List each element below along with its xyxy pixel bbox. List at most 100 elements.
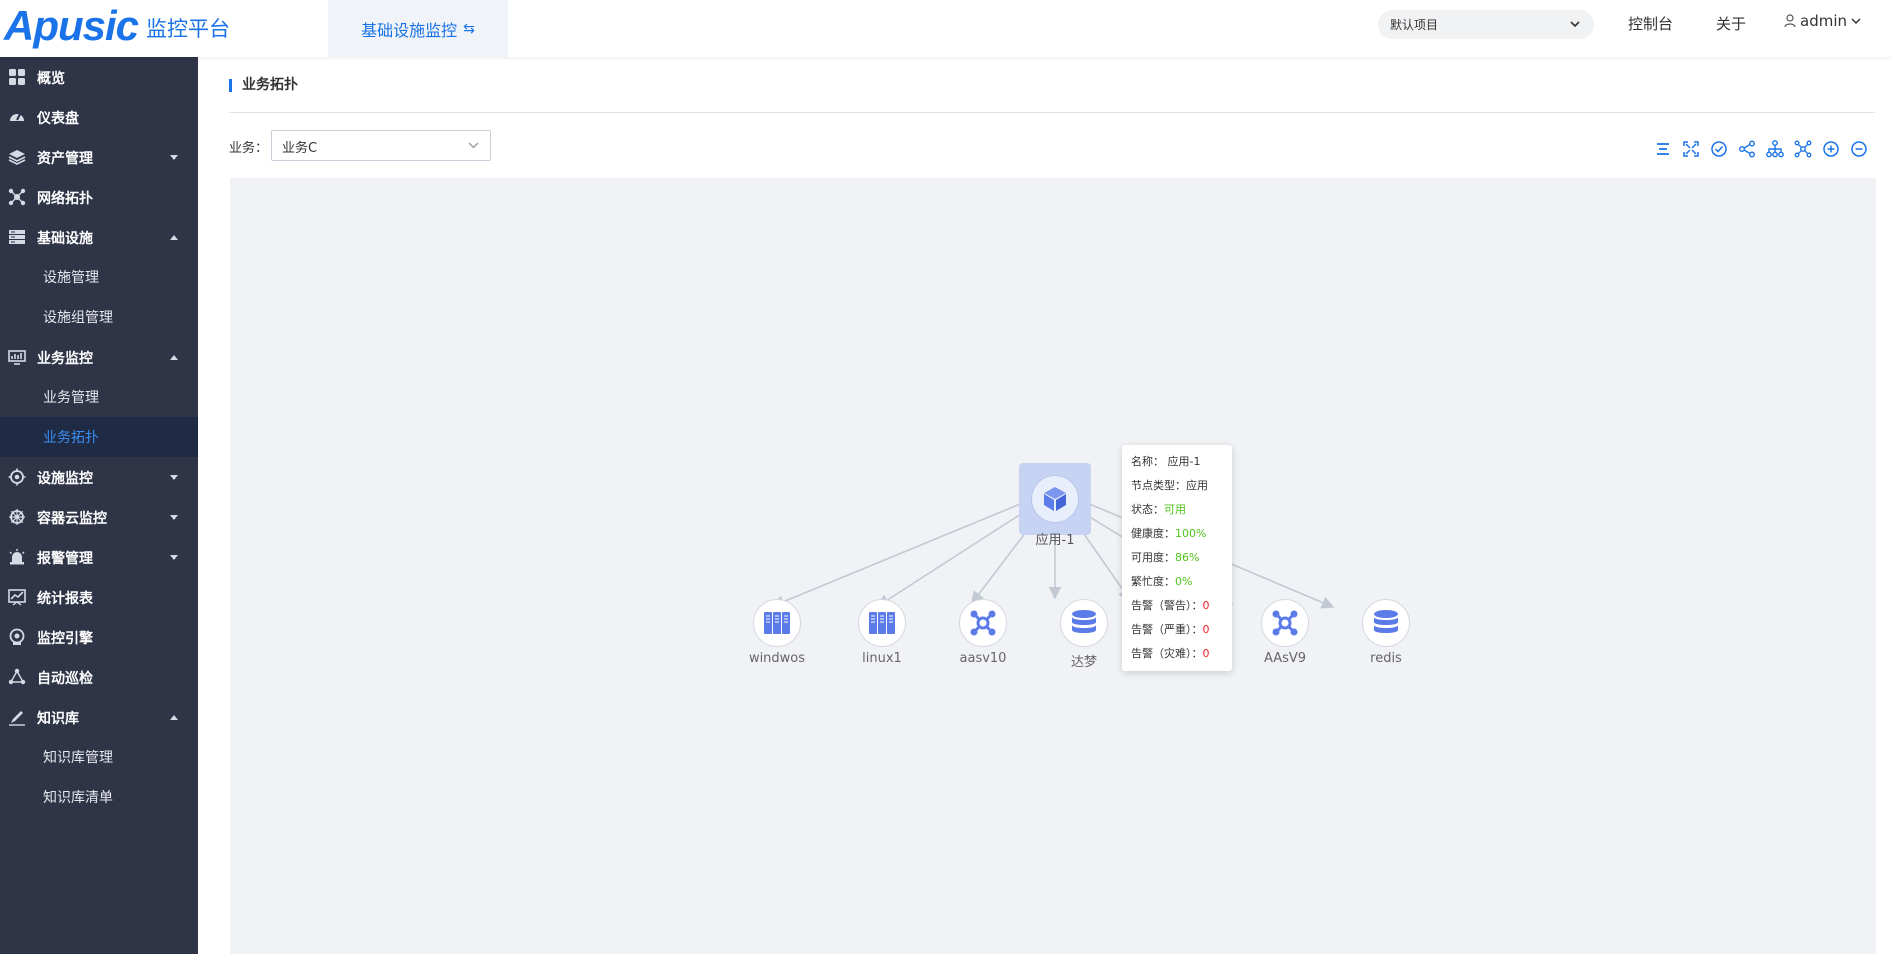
sidebar-item-network-topology[interactable]: 网络拓扑 — [0, 177, 198, 217]
node-label: redis — [1370, 651, 1402, 666]
fullscreen-icon[interactable] — [1682, 140, 1700, 158]
sidebar-item-statistics[interactable]: 统计报表 — [0, 577, 198, 617]
node-app-1[interactable]: 应用-1 — [1019, 463, 1091, 548]
main-content: 业务拓扑 业务： 业务C windwos linux1 aasv10 达梦 AA… — [198, 57, 1892, 954]
network-icon — [8, 188, 26, 206]
tab-label: 基础设施监控 — [361, 20, 458, 40]
zoom-out-icon[interactable] — [1850, 140, 1868, 158]
tooltip-label: 告警（警告）： — [1131, 599, 1203, 612]
project-select[interactable]: 默认项目 — [1378, 10, 1594, 39]
sidebar: 概览 仪表盘 资产管理 网络拓扑 基础设施 设施管理 设施组管理 业务监控 业务… — [0, 57, 198, 954]
sidebar-item-container-cloud[interactable]: 容器云监控 — [0, 497, 198, 537]
check-circle-icon[interactable] — [1710, 140, 1728, 158]
sidebar-item-label: 知识库 — [37, 711, 79, 727]
sidebar-item-facility-monitor[interactable]: 设施监控 — [0, 457, 198, 497]
sidebar-item-label: 概览 — [37, 71, 65, 87]
caret-up-icon — [170, 235, 178, 240]
share-icon[interactable] — [1738, 140, 1756, 158]
hierarchy-icon[interactable] — [1766, 140, 1784, 158]
sidebar-item-label: 设施监控 — [37, 471, 93, 487]
tooltip-label: 繁忙度： — [1131, 575, 1175, 588]
zoom-in-icon[interactable] — [1822, 140, 1840, 158]
console-link[interactable]: 控制台 — [1628, 13, 1673, 34]
sidebar-item-label: 容器云监控 — [37, 511, 107, 527]
topology-canvas[interactable]: windwos linux1 aasv10 达梦 snmp — [230, 178, 1876, 954]
node-label: 应用-1 — [1035, 533, 1075, 548]
sidebar-subitem-facility-group-management[interactable]: 设施组管理 — [0, 297, 198, 337]
tooltip-status-row: 状态：可用 — [1131, 498, 1223, 522]
node-linux1[interactable]: linux1 — [852, 599, 912, 666]
sidebar-subitem-knowledge-management[interactable]: 知识库管理 — [0, 737, 198, 777]
tooltip-alarm-disaster-row: 告警（灾难）：0 — [1131, 642, 1223, 666]
about-link[interactable]: 关于 — [1716, 13, 1746, 34]
tooltip-label: 告警（严重）： — [1131, 623, 1203, 636]
network-layout-icon[interactable] — [1794, 140, 1812, 158]
tooltip-label: 健康度： — [1131, 527, 1175, 540]
top-header: Apusic 监控平台 基础设施监控 ⇆ 默认项目 控制台 关于 admin — [0, 0, 1892, 57]
caret-down-icon — [170, 515, 178, 520]
sidebar-item-business-monitor[interactable]: 业务监控 — [0, 337, 198, 377]
tooltip-value: 0 — [1202, 647, 1210, 660]
node-circle — [959, 599, 1007, 647]
server-rack-icon — [764, 612, 790, 634]
database-icon — [1072, 610, 1096, 633]
tooltip-value: 100% — [1175, 527, 1207, 540]
middleware-icon — [1272, 610, 1298, 636]
sidebar-item-infrastructure[interactable]: 基础设施 — [0, 217, 198, 257]
topology-edges — [771, 499, 1335, 609]
tooltip-alarm-warn-row: 告警（警告）：0 — [1131, 594, 1223, 618]
chart-icon — [8, 589, 26, 606]
project-select-value: 默认项目 — [1390, 18, 1439, 32]
node-label: aasv10 — [959, 651, 1007, 666]
tooltip-value: 86% — [1175, 551, 1200, 564]
node-aasv9[interactable]: AAsV9 — [1255, 599, 1315, 666]
alarm-icon — [9, 549, 25, 565]
node-aasv10[interactable]: aasv10 — [953, 599, 1013, 666]
sidebar-item-dashboard[interactable]: 仪表盘 — [0, 97, 198, 137]
tooltip-label: 名称： — [1131, 455, 1164, 468]
sidebar-subitem-knowledge-list[interactable]: 知识库清单 — [0, 777, 198, 817]
sidebar-subitem-business-management[interactable]: 业务管理 — [0, 377, 198, 417]
node-dameng[interactable]: 达梦 — [1054, 599, 1114, 670]
sidebar-item-overview[interactable]: 概览 — [0, 57, 198, 97]
business-select[interactable]: 业务C — [271, 130, 491, 161]
chevron-down-icon — [1570, 21, 1580, 28]
target-icon — [8, 468, 26, 486]
list-icon[interactable] — [1654, 140, 1672, 158]
dashboard-icon — [10, 113, 24, 121]
tooltip-value: 可用 — [1164, 503, 1186, 516]
node-circle — [753, 599, 801, 647]
tooltip-label: 告警（灾难）： — [1131, 647, 1203, 660]
sidebar-item-label: 业务监控 — [37, 351, 93, 367]
sidebar-item-monitor-engine[interactable]: 监控引擎 — [0, 617, 198, 657]
sidebar-subitem-business-topology[interactable]: 业务拓扑 — [0, 417, 198, 457]
node-redis[interactable]: redis — [1356, 599, 1416, 666]
node-windwos[interactable]: windwos — [747, 599, 807, 666]
tooltip-value: 应用 — [1186, 479, 1208, 492]
title-divider — [229, 112, 1875, 113]
tab-infrastructure-monitor[interactable]: 基础设施监控 ⇆ — [328, 0, 508, 57]
cube-icon — [1044, 487, 1066, 511]
node-label: linux1 — [862, 651, 902, 666]
tooltip-label: 节点类型： — [1131, 479, 1186, 492]
sidebar-subitem-facility-management[interactable]: 设施管理 — [0, 257, 198, 297]
topology-toolbar — [1654, 140, 1868, 160]
grid-icon — [9, 69, 25, 85]
tooltip-busy-row: 繁忙度：0% — [1131, 570, 1223, 594]
tooltip-type-row: 节点类型：应用 — [1131, 474, 1223, 498]
server-icon — [9, 230, 25, 244]
username: admin — [1800, 12, 1847, 30]
engine-icon — [9, 628, 25, 645]
patrol-icon — [8, 668, 26, 685]
tooltip-health-row: 健康度：100% — [1131, 522, 1223, 546]
user-menu[interactable]: admin — [1784, 12, 1866, 30]
sidebar-item-alarm-management[interactable]: 报警管理 — [0, 537, 198, 577]
node-circle — [1060, 599, 1108, 647]
sidebar-item-assets[interactable]: 资产管理 — [0, 137, 198, 177]
tooltip-value: 应用-1 — [1167, 455, 1201, 468]
sidebar-item-auto-patrol[interactable]: 自动巡检 — [0, 657, 198, 697]
chevron-down-icon — [468, 142, 479, 149]
sidebar-item-knowledge-base[interactable]: 知识库 — [0, 697, 198, 737]
sidebar-item-label: 报警管理 — [37, 551, 93, 567]
caret-up-icon — [170, 715, 178, 720]
